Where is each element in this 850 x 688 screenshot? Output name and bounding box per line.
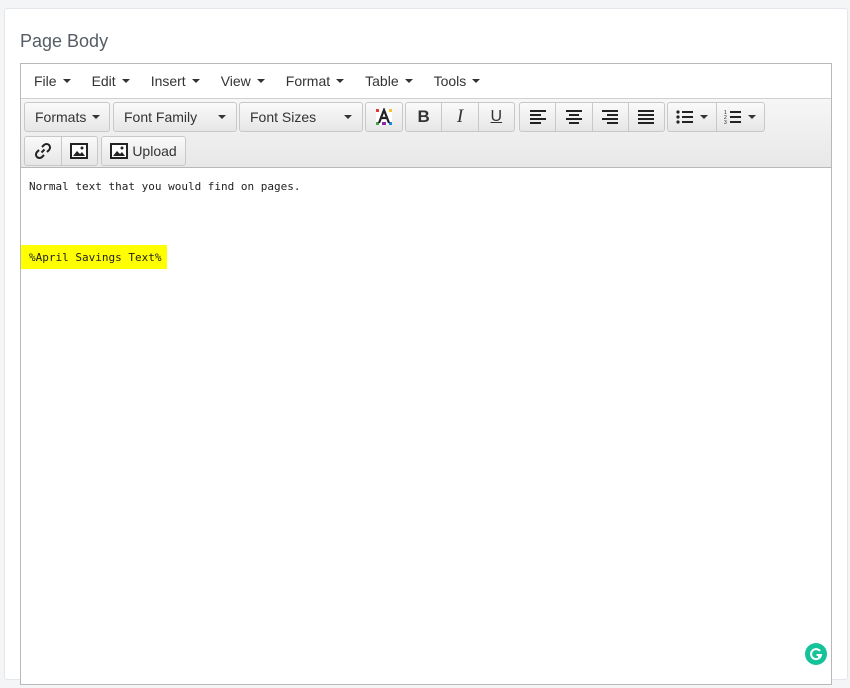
caret-down-icon <box>92 115 101 119</box>
italic-icon: I <box>456 106 464 127</box>
underline-button[interactable]: U <box>479 103 514 131</box>
font-family-label: Font Family <box>124 109 198 125</box>
caret-down-icon <box>404 79 413 83</box>
link-icon <box>34 142 52 160</box>
upload-image-icon <box>110 143 129 159</box>
svg-text:3: 3 <box>724 120 727 125</box>
menu-edit[interactable]: Edit <box>83 66 139 96</box>
caret-down-icon <box>256 79 265 83</box>
caret-down-icon <box>121 79 130 83</box>
font-family-dropdown[interactable]: Font Family <box>114 103 236 131</box>
menu-edit-label: Edit <box>91 73 116 89</box>
menu-format-label: Format <box>285 73 331 89</box>
italic-button[interactable]: I <box>442 103 479 131</box>
highlighted-placeholder-text: %April Savings Text% <box>29 251 162 264</box>
content-paragraph: Normal text that you would find on pages… <box>29 180 301 193</box>
insert-media-group <box>24 136 98 166</box>
bullet-list-icon <box>676 110 694 124</box>
bullet-list-button[interactable] <box>668 103 717 131</box>
menu-format[interactable]: Format <box>277 66 353 96</box>
align-center-icon <box>565 110 583 124</box>
align-center-button[interactable] <box>556 103 593 131</box>
align-left-button[interactable] <box>520 103 557 131</box>
formats-group: Formats <box>24 102 110 132</box>
font-family-group: Font Family <box>113 102 237 132</box>
align-right-icon <box>601 110 619 124</box>
alignment-group <box>519 102 665 132</box>
caret-down-icon <box>344 115 352 119</box>
align-justify-icon <box>637 110 655 124</box>
menu-insert[interactable]: Insert <box>142 66 209 96</box>
caret-down-icon <box>699 115 708 119</box>
page-title: Page Body <box>20 31 109 51</box>
highlighted-placeholder: %April Savings Text% <box>21 245 167 269</box>
numbered-list-icon: 123 <box>724 109 742 125</box>
upload-group: Upload <box>101 136 186 166</box>
menu-tools[interactable]: Tools <box>425 66 490 96</box>
underline-icon: U <box>490 108 503 125</box>
menu-view-label: View <box>220 73 251 89</box>
editor-menubar: File Edit Insert View Format Table Tools <box>21 64 831 99</box>
align-left-icon <box>529 110 547 124</box>
caret-down-icon <box>472 79 481 83</box>
caret-down-icon <box>62 79 71 83</box>
text-color-group <box>365 102 403 132</box>
rich-text-editor: File Edit Insert View Format Table Tools… <box>20 63 832 685</box>
image-icon <box>70 143 89 159</box>
menu-table[interactable]: Table <box>356 66 421 96</box>
text-color-icon <box>375 108 393 126</box>
editor-toolbar: Formats Font Family Font Sizes B I U 1 2… <box>21 99 831 168</box>
grammarly-icon[interactable] <box>805 643 827 665</box>
font-sizes-group: Font Sizes <box>239 102 363 132</box>
insert-image-button[interactable] <box>62 137 98 165</box>
text-color-button[interactable] <box>366 103 402 131</box>
caret-down-icon <box>218 115 226 119</box>
insert-link-button[interactable] <box>25 137 62 165</box>
editor-content-area[interactable]: Normal text that you would find on pages… <box>21 168 831 688</box>
menu-file[interactable]: File <box>25 66 80 96</box>
list-group: 123 <box>667 102 765 132</box>
font-sizes-label: Font Sizes <box>250 109 317 125</box>
menu-view[interactable]: View <box>212 66 274 96</box>
menu-file-label: File <box>34 73 57 89</box>
bold-button[interactable]: B <box>406 103 443 131</box>
caret-down-icon <box>336 79 345 83</box>
text-style-group: B I U <box>405 102 515 132</box>
menu-insert-label: Insert <box>150 73 186 89</box>
formats-dropdown[interactable]: Formats <box>25 103 110 131</box>
bold-icon: B <box>417 107 430 126</box>
formats-label: Formats <box>35 109 87 125</box>
align-right-button[interactable] <box>593 103 629 131</box>
caret-down-icon <box>748 115 757 119</box>
menu-tools-label: Tools <box>433 73 467 89</box>
menu-table-label: Table <box>365 73 399 89</box>
upload-label: Upload <box>132 143 177 159</box>
align-justify-button[interactable] <box>629 103 664 131</box>
numbered-list-button[interactable]: 123 <box>717 103 765 131</box>
caret-down-icon <box>191 79 200 83</box>
font-sizes-dropdown[interactable]: Font Sizes <box>240 103 362 131</box>
upload-button[interactable]: Upload <box>102 137 185 165</box>
